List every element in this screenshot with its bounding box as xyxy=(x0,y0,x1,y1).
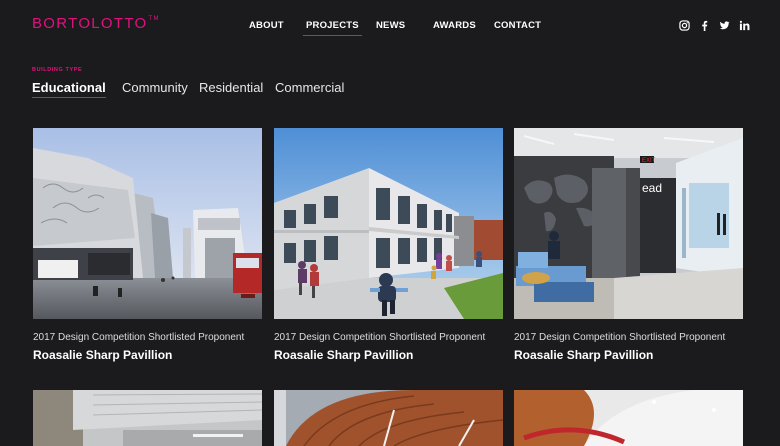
project-title[interactable]: Roasalie Sharp Pavillion xyxy=(514,348,743,362)
project-title[interactable]: Roasalie Sharp Pavillion xyxy=(274,348,503,362)
nav-projects[interactable]: PROJECTS xyxy=(303,20,362,36)
project-subtitle: 2017 Design Competition Shortlisted Prop… xyxy=(33,332,245,343)
filter-community[interactable]: Community xyxy=(122,80,188,95)
project-title[interactable]: Roasalie Sharp Pavillion xyxy=(33,348,262,362)
social-links xyxy=(679,20,750,31)
filter-educational[interactable]: Educational xyxy=(32,80,106,98)
project-image[interactable] xyxy=(514,390,743,446)
linkedin-icon[interactable] xyxy=(739,20,750,31)
project-card[interactable] xyxy=(33,390,262,446)
project-card[interactable]: ead EXIT 2017 Design Competition Shortli… xyxy=(514,128,743,362)
project-card[interactable]: 2017 Design Competition Shortlisted Prop… xyxy=(274,128,503,362)
nav-awards[interactable]: AWARDS xyxy=(433,20,476,31)
twitter-icon[interactable] xyxy=(719,20,730,31)
filter-residential[interactable]: Residential xyxy=(199,80,263,95)
project-card[interactable]: 2017 Design Competition Shortlisted Prop… xyxy=(33,128,262,362)
project-image[interactable]: ead EXIT xyxy=(514,128,743,319)
project-image[interactable] xyxy=(33,128,262,319)
nav-news[interactable]: NEWS xyxy=(376,20,405,31)
project-card[interactable] xyxy=(514,390,743,446)
project-image[interactable] xyxy=(274,390,503,446)
facebook-icon[interactable] xyxy=(699,20,710,31)
instagram-icon[interactable] xyxy=(679,20,690,31)
nav-about[interactable]: ABOUT xyxy=(249,20,284,31)
main-nav: ABOUT PROJECTS NEWS AWARDS CONTACT xyxy=(0,20,780,36)
filter-commercial[interactable]: Commercial xyxy=(275,80,344,95)
nav-contact[interactable]: CONTACT xyxy=(494,20,541,31)
building-type-label: BUILDING TYPE xyxy=(32,67,83,73)
project-image[interactable] xyxy=(33,390,262,446)
project-image[interactable] xyxy=(274,128,503,319)
project-subtitle: 2017 Design Competition Shortlisted Prop… xyxy=(514,332,726,343)
exit-sign-text: EXIT xyxy=(642,158,656,164)
wall-text: ead xyxy=(642,181,662,195)
project-subtitle: 2017 Design Competition Shortlisted Prop… xyxy=(274,332,486,343)
project-card[interactable] xyxy=(274,390,503,446)
